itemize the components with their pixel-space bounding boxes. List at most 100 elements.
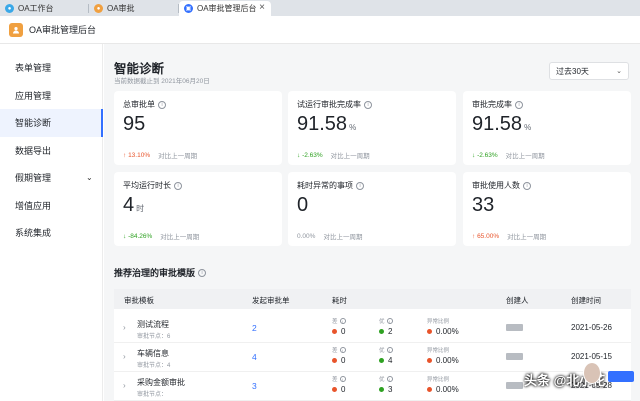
template-name: 采购金额审批 <box>137 378 185 387</box>
bad-dot-icon <box>332 358 337 363</box>
card-trend: -2.63% <box>477 151 498 159</box>
ratio-label-text: 异常比例 <box>427 319 450 325</box>
info-icon[interactable]: i <box>386 318 393 324</box>
card-trend: 65.00% <box>477 232 500 240</box>
bad-label-text: 差 <box>332 319 338 325</box>
sidebar-item-form-management[interactable]: 表单管理 <box>0 54 102 82</box>
approval-count-link[interactable]: 3 <box>252 381 257 391</box>
column-header-template: 审批模板 <box>124 296 154 305</box>
info-icon[interactable]: i <box>198 268 207 277</box>
admin-app-icon: ▣ <box>184 4 193 13</box>
info-icon[interactable]: i <box>364 100 372 109</box>
close-icon[interactable]: × <box>259 2 265 13</box>
card-compare: 对比上一周期 <box>505 153 545 160</box>
chevron-right-icon[interactable]: › <box>123 323 126 332</box>
info-icon[interactable]: i <box>339 347 346 353</box>
column-header-duration: 耗时 <box>332 296 347 305</box>
watermark-avatar <box>583 362 601 384</box>
card-trend: -84.26% <box>128 232 153 240</box>
metric-card-total-approvals: 总审批单 i 95 ↑ 13.10% 对比上一周期 <box>114 91 282 165</box>
good-dot-icon <box>379 358 384 363</box>
time-range-select[interactable]: 过去30天 ⌄ <box>549 62 629 80</box>
workbench-app-icon: ● <box>5 4 14 13</box>
metric-card-abnormal-items: 耗时异常的事项 i 0 0.00% 对比上一周期 <box>288 172 456 246</box>
ratio-dot-icon <box>427 329 432 334</box>
bad-dot-icon <box>332 329 337 334</box>
sidebar-item-data-export[interactable]: 数据导出 <box>0 137 102 165</box>
card-title: 耗时异常的事项 <box>297 181 353 190</box>
card-value: 33 <box>472 194 495 216</box>
tab-label: OA审批 <box>107 4 135 13</box>
creator-avatar <box>506 324 523 331</box>
ratio-text: 0.00% <box>436 385 459 394</box>
card-compare: 对比上一周期 <box>160 234 200 241</box>
template-nodes: 审批节点：4 <box>137 363 171 369</box>
column-header-creator: 创建人 <box>506 296 529 305</box>
info-icon[interactable]: i <box>356 181 364 190</box>
app-header: OA审批管理后台 <box>0 16 640 44</box>
sidebar-item-value-added-apps[interactable]: 增值应用 <box>0 192 102 220</box>
table-row[interactable]: › 测试流程 审批节点：6 2 差i 0 优i 2 异常比例 0.00% 202… <box>114 314 631 343</box>
app-logo-icon <box>9 22 23 37</box>
bad-label: 差i <box>332 346 346 354</box>
metric-card-completion-rate: 审批完成率 i 91.58% ↓ -2.63% 对比上一周期 <box>463 91 631 165</box>
info-icon[interactable]: i <box>523 181 531 190</box>
bad-dot-icon <box>332 387 337 392</box>
card-title: 审批完成率 <box>472 100 512 109</box>
info-icon[interactable]: i <box>339 376 346 382</box>
approval-app-icon: ● <box>94 4 103 13</box>
ratio-label: 异常比例 <box>427 346 449 354</box>
good-label-text: 优 <box>379 377 385 383</box>
card-title: 平均运行时长 <box>123 181 171 190</box>
sidebar-item-smart-diagnosis[interactable]: 智能诊断 <box>0 109 103 137</box>
bad-value: 0 <box>332 356 345 365</box>
info-icon[interactable]: i <box>158 100 166 109</box>
bad-count: 0 <box>341 385 346 394</box>
good-label-text: 优 <box>379 319 385 325</box>
ratio-value: 0.00% <box>427 385 459 394</box>
section-title-text: 推荐治理的审批模版 <box>114 268 196 278</box>
time-range-value: 过去30天 <box>556 66 589 76</box>
chevron-right-icon[interactable]: › <box>123 352 126 361</box>
info-icon[interactable]: i <box>339 318 346 324</box>
good-value: 3 <box>379 385 392 394</box>
template-nodes: 审批节点： <box>137 392 168 398</box>
sidebar-item-leave-management[interactable]: 假期管理 ⌄ <box>0 164 102 192</box>
tab-oa-approval[interactable]: ● OA审批 <box>89 1 179 16</box>
approval-count-link[interactable]: 4 <box>252 352 257 362</box>
sidebar-item-app-management[interactable]: 应用管理 <box>0 82 102 110</box>
info-icon[interactable]: i <box>515 100 523 109</box>
bad-label-text: 差 <box>332 348 338 354</box>
bad-label-text: 差 <box>332 377 338 383</box>
template-name: 测试流程 <box>137 320 169 329</box>
good-label: 优i <box>379 346 393 354</box>
sidebar-item-system-integration[interactable]: 系统集成 <box>0 219 102 247</box>
tab-oa-workbench[interactable]: ● OA工作台 <box>0 1 89 16</box>
good-value: 4 <box>379 356 392 365</box>
sidebar-item-label: 智能诊断 <box>15 118 52 129</box>
card-compare: 对比上一周期 <box>507 234 547 241</box>
card-value: 91.58 <box>297 113 348 135</box>
good-count: 2 <box>388 327 393 336</box>
floating-help-button[interactable] <box>608 371 634 382</box>
ratio-text: 0.00% <box>436 327 459 336</box>
good-value: 2 <box>379 327 392 336</box>
table-header: 审批模板 发起审批单 耗时 创建人 创建时间 <box>114 289 631 309</box>
card-unit: 时 <box>136 204 145 213</box>
card-trend: 13.10% <box>128 151 151 159</box>
chevron-right-icon[interactable]: › <box>123 381 126 390</box>
info-icon[interactable]: i <box>386 376 393 382</box>
sidebar-item-label: 数据导出 <box>15 145 52 156</box>
ratio-dot-icon <box>427 358 432 363</box>
ratio-value: 0.00% <box>427 356 459 365</box>
info-icon[interactable]: i <box>386 347 393 353</box>
approval-count-link[interactable]: 2 <box>252 323 257 333</box>
tab-oa-approval-admin[interactable]: ▣ OA审批管理后台 × <box>179 1 271 16</box>
table-row[interactable]: › 车辆信息 审批节点：4 4 差i 0 优i 4 异常比例 0.00% 202… <box>114 343 631 372</box>
good-dot-icon <box>379 387 384 392</box>
info-icon[interactable]: i <box>174 181 182 190</box>
bad-count: 0 <box>341 356 346 365</box>
bad-value: 0 <box>332 327 345 336</box>
browser-tab-bar: ● OA工作台 ● OA审批 ▣ OA审批管理后台 × <box>0 0 640 16</box>
tab-label: OA审批管理后台 <box>197 4 257 13</box>
